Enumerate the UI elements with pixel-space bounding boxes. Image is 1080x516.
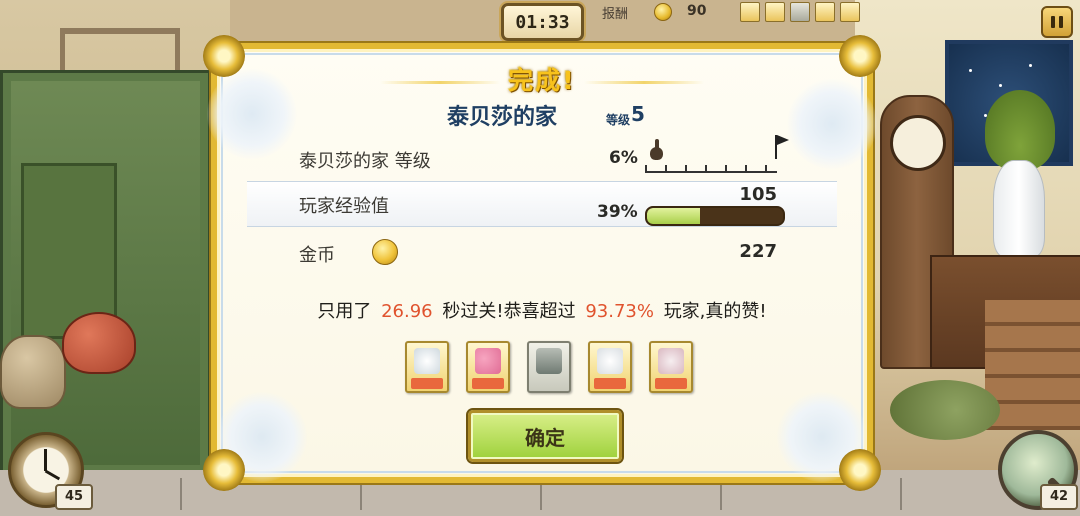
complete-title: 完成! [217,61,867,97]
clock-hand [44,449,47,471]
hint-counter-right: 42 [1040,484,1078,510]
white-vase [993,160,1045,257]
result-summary: 只用了 26.96 秒过关!恭喜超过 93.73% 玩家,真的赞! [217,297,867,323]
book-icon [790,2,810,22]
clay-pot [0,335,66,409]
cake-coupon-icon [649,341,693,393]
summary-prefix: 只用了 [317,301,372,322]
location-level-row: 泰贝莎的家 等级 6% [247,135,837,181]
tray-divider [900,478,902,510]
clear-time: 26.96 [381,301,433,322]
reward-value: 90 [687,3,707,19]
gold-row: 金币 227 [247,231,837,275]
xp-progress-bar [645,206,785,226]
goal-flag-icon [775,135,791,159]
green-cupboard [0,70,211,476]
level-progress-scale [645,159,777,173]
red-kettle [62,312,136,374]
reward-items [405,341,693,393]
tray-divider [180,478,182,510]
clock-hand [44,469,61,481]
summary-middle: 秒过关!恭喜超过 [442,301,576,322]
player-xp-percent: 39% [597,202,638,222]
corner-ornament [839,449,881,491]
pause-icon-bar [1051,16,1055,28]
mouse-character [890,380,1000,440]
countdown-timer: 01:33 [501,3,584,41]
location-level-label: 泰贝莎的家 等级 [299,151,431,172]
snowman-icon [765,2,785,22]
snow-tree-coupon-icon [405,341,449,393]
balloons-coupon-icon [466,341,510,393]
confirm-button[interactable]: 确定 [468,410,622,462]
gold-coin-icon [372,239,398,265]
summary-suffix: 玩家,真的赞! [663,301,767,322]
gold-label: 金币 [299,245,335,266]
location-name: 泰贝莎的家 [447,105,558,130]
bell-icon [840,2,860,22]
rabbit-marker-icon [648,139,664,161]
pause-button[interactable] [1041,6,1073,38]
potted-plant [985,90,1055,170]
books-item-icon [527,341,571,393]
xp-progress-fill [647,208,701,224]
gold-value: 227 [739,241,777,262]
location-level-percent: 6% [609,148,638,168]
hint-counter-left: 45 [55,484,93,510]
reward-label: 报酬 [602,7,629,22]
level-value: 5 [631,102,645,126]
coin-icon [654,3,672,21]
player-xp-row: 玩家经验值 105 39% [247,181,837,227]
complete-title-text: 完成! [508,66,576,95]
level-complete-dialog: 完成! 泰贝莎的家 等级 5 泰贝莎的家 等级 6% 玩家经验值 105 39%… [203,35,881,491]
player-xp-label: 玩家经验值 [299,196,389,217]
player-xp-value: 105 [739,184,777,205]
snowman-coupon-icon [588,341,632,393]
beat-percent: 93.73% [585,301,654,322]
corner-ornament [203,449,245,491]
candy-icon [815,2,835,22]
level-label: 等级 [606,113,631,127]
clock-face [890,115,946,171]
coupon-icon [740,2,760,22]
reward-bar: 报酬 90 [580,0,860,24]
pause-icon-bar [1059,16,1063,28]
